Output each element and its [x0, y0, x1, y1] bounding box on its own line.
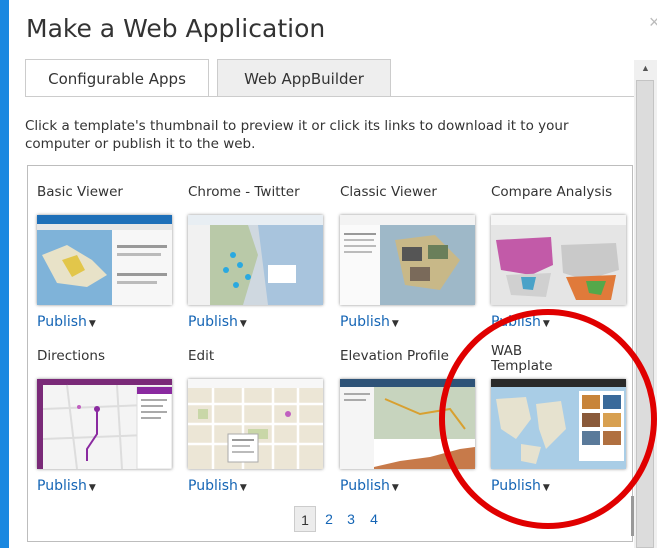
scroll-up-icon[interactable]: ▲	[634, 60, 657, 76]
template-name: Elevation Profile	[340, 348, 449, 364]
close-icon[interactable]: ×	[649, 12, 657, 33]
template-name: Classic Viewer	[340, 184, 437, 200]
tab-bar: Configurable Apps Web AppBuilder	[25, 59, 635, 97]
publish-button[interactable]: Publish ▼	[340, 314, 399, 330]
chevron-down-icon: ▼	[239, 319, 247, 329]
publish-button[interactable]: Publish ▼	[37, 314, 96, 330]
tab-web-appbuilder[interactable]: Web AppBuilder	[217, 59, 391, 97]
template-thumbnail[interactable]	[340, 379, 475, 469]
page-4-button[interactable]: 4	[363, 506, 385, 532]
template-thumbnail[interactable]	[188, 379, 323, 469]
template-name: Compare Analysis	[491, 184, 613, 200]
template-thumbnail[interactable]	[37, 379, 172, 469]
tab-configurable-apps[interactable]: Configurable Apps	[25, 59, 209, 97]
page-1-button[interactable]: 1	[294, 506, 316, 532]
publish-button[interactable]: Publish ▼	[491, 314, 550, 330]
template-gallery: Basic Viewer Publish ▼ Chrome - Twitter …	[27, 165, 634, 542]
chevron-down-icon: ▼	[542, 319, 550, 329]
tab-divider	[25, 96, 635, 97]
chevron-down-icon: ▼	[88, 319, 96, 329]
publish-button[interactable]: Publish ▼	[37, 478, 96, 494]
publish-button[interactable]: Publish ▼	[188, 314, 247, 330]
template-thumbnail[interactable]	[491, 379, 626, 469]
template-name: Edit	[188, 348, 215, 364]
template-thumbnail[interactable]	[37, 215, 172, 305]
publish-button[interactable]: Publish ▼	[188, 478, 247, 494]
template-name: WAB Template	[491, 343, 553, 374]
publish-button[interactable]: Publish ▼	[340, 478, 399, 494]
chevron-down-icon: ▼	[391, 319, 399, 329]
instructions-text: Click a template's thumbnail to preview …	[25, 118, 569, 152]
chevron-down-icon: ▼	[239, 483, 247, 493]
chevron-down-icon: ▼	[391, 483, 399, 493]
publish-button[interactable]: Publish ▼	[491, 478, 550, 494]
template-name: Chrome - Twitter	[188, 184, 300, 200]
chevron-down-icon: ▼	[88, 483, 96, 493]
scrollbar-thumb[interactable]	[636, 80, 654, 548]
make-web-app-dialog: Make a Web Application × Configurable Ap…	[9, 0, 657, 548]
page-3-button[interactable]: 3	[340, 506, 362, 532]
template-name: Directions	[37, 348, 106, 364]
template-thumbnail[interactable]	[491, 215, 626, 305]
page-2-button[interactable]: 2	[318, 506, 340, 532]
dialog-title: Make a Web Application	[26, 14, 326, 43]
template-thumbnail[interactable]	[340, 215, 475, 305]
template-thumbnail[interactable]	[188, 215, 323, 305]
chevron-down-icon: ▼	[542, 483, 550, 493]
template-name: Basic Viewer	[37, 184, 123, 200]
